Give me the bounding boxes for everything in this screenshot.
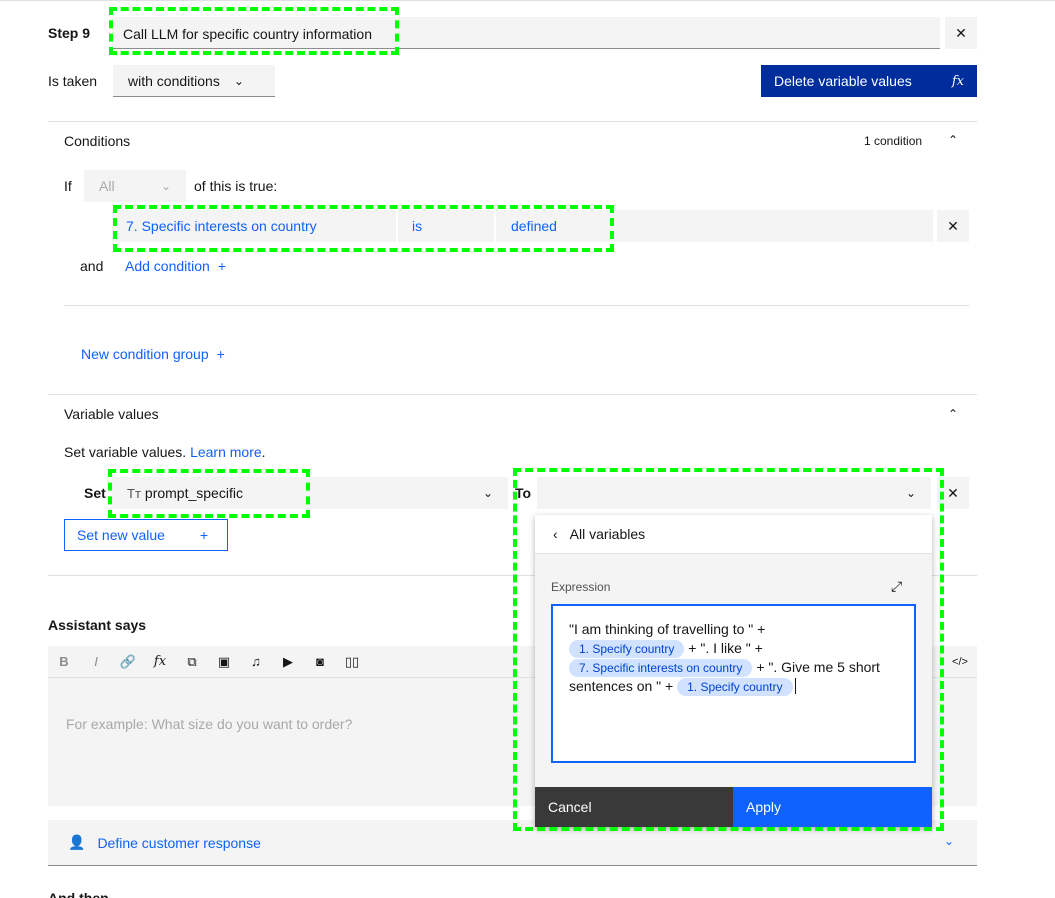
variable-values-header: Variable values — [64, 406, 159, 422]
new-condition-group-button[interactable]: New condition group + — [81, 346, 225, 362]
description-text: Set variable values. — [64, 444, 187, 460]
chevron-down-icon: ⌄ — [482, 486, 493, 500]
step-title-value: Call LLM for specific country informatio… — [123, 26, 372, 42]
variable-chip-specify-country[interactable]: 1. Specify country — [569, 640, 685, 658]
columns-icon[interactable]: ▯▯ — [336, 646, 368, 678]
chevron-left-icon: ‹ — [553, 526, 558, 542]
expression-label: Expression — [551, 580, 611, 594]
user-icon: 👤 — [68, 834, 86, 850]
expression-popover: ‹ All variables Expression ⤢ "I am think… — [535, 515, 932, 827]
chevron-up-icon: ⌃ — [947, 133, 959, 147]
plus-icon: + — [217, 258, 227, 274]
all-variables-label: All variables — [569, 526, 646, 542]
add-condition-button[interactable]: Add condition + — [125, 258, 226, 274]
condition-row: 7. Specific interests on country is defi… — [112, 210, 933, 242]
expression-text-4: sentences on " + — [569, 678, 674, 694]
set-variable-content: Tт prompt_specific — [127, 485, 243, 501]
set-new-value-label: Set new value — [77, 527, 165, 543]
is-taken-value: with conditions — [128, 72, 220, 89]
variable-values-description: Set variable values. Learn more. — [64, 444, 266, 460]
of-this-is-true-text: of this is true: — [194, 178, 278, 194]
top-border — [0, 0, 1055, 1]
set-variable-value: prompt_specific — [144, 485, 243, 501]
function-icon: fx — [951, 73, 964, 89]
delete-button-label: Delete variable values — [774, 73, 912, 89]
variable-insert-icon[interactable]: ⧉ — [176, 646, 208, 678]
is-taken-dropdown[interactable]: with conditions ⌄ — [113, 65, 275, 97]
apply-button[interactable]: Apply — [733, 787, 932, 827]
condition-variable[interactable]: 7. Specific interests on country — [114, 210, 398, 242]
expression-line-3: 7. Specific interests on country + ". Gi… — [569, 658, 898, 677]
expression-panel: Expression ⤢ "I am thinking of travellin… — [535, 553, 932, 787]
expression-text-3: + ". Give me 5 short — [756, 659, 880, 675]
image-icon[interactable]: ▣ — [208, 646, 240, 678]
chevron-down-icon: ⌄ — [944, 834, 955, 848]
iframe-icon[interactable]: ◙ — [304, 646, 336, 678]
step-title-input[interactable]: Call LLM for specific country informatio… — [112, 17, 940, 49]
learn-more-link[interactable]: Learn more — [190, 444, 262, 460]
collapse-conditions-button[interactable]: ⌃ — [945, 132, 961, 148]
condition-operator[interactable]: is — [400, 210, 496, 242]
is-taken-label: Is taken — [48, 73, 98, 89]
cancel-button[interactable]: Cancel — [535, 787, 733, 827]
assistant-placeholder[interactable]: For example: What size do you want to or… — [66, 716, 352, 732]
assistant-says-header: Assistant says — [48, 617, 147, 633]
all-variables-back-button[interactable]: ‹ All variables — [535, 515, 932, 553]
link-icon[interactable]: 🔗 — [112, 646, 144, 678]
apply-label: Apply — [746, 799, 782, 815]
clear-step-title-button[interactable]: ✕ — [945, 17, 977, 49]
new-condition-group-label: New condition group — [81, 346, 209, 362]
variable-chip-specify-country[interactable]: 1. Specify country — [677, 678, 793, 696]
condition-value[interactable]: defined — [499, 210, 609, 242]
expression-textarea[interactable]: "I am thinking of travelling to " + 1. S… — [551, 604, 916, 763]
chevron-down-icon: ⌄ — [905, 486, 916, 500]
collapse-variable-values-button[interactable]: ⌃ — [945, 406, 961, 422]
expression-line-4: sentences on " + 1. Specify country — [569, 677, 898, 696]
close-icon: ✕ — [955, 24, 967, 41]
code-view-icon[interactable]: </> — [944, 646, 976, 678]
audio-icon[interactable]: ♫ — [240, 646, 272, 678]
chevron-up-icon: ⌃ — [947, 407, 959, 421]
period: . — [261, 444, 266, 460]
video-icon[interactable]: ▶ — [272, 646, 304, 678]
function-icon[interactable]: fx — [144, 646, 176, 678]
cancel-label: Cancel — [548, 799, 592, 815]
and-label: and — [80, 258, 104, 274]
italic-icon[interactable]: I — [80, 646, 112, 678]
plus-icon: + — [216, 346, 225, 362]
expression-text-2: + ". I like " + — [688, 640, 763, 656]
variable-chip-specific-interests[interactable]: 7. Specific interests on country — [569, 659, 753, 677]
text-cursor — [794, 678, 796, 694]
to-label: To — [515, 485, 532, 501]
delete-variable-values-button[interactable]: Delete variable values fx — [761, 65, 977, 97]
expand-icon[interactable]: ⤢ — [891, 578, 902, 595]
divider — [64, 305, 969, 306]
step-label: Step 9 — [48, 25, 91, 41]
divider — [48, 394, 977, 395]
to-expression-dropdown[interactable]: ⌄ — [537, 477, 931, 509]
define-customer-response-label: Define customer response — [97, 834, 261, 851]
divider — [48, 121, 977, 122]
set-variable-dropdown[interactable]: Tт prompt_specific ⌄ — [112, 477, 508, 509]
match-all-dropdown[interactable]: All ⌄ — [84, 170, 186, 202]
match-all-value: All — [99, 178, 115, 194]
condition-count: 1 condition — [864, 134, 923, 148]
expression-line-1: "I am thinking of travelling to " + — [569, 621, 766, 637]
remove-variable-value-button[interactable]: ✕ — [937, 477, 969, 509]
bold-icon[interactable]: B — [48, 646, 80, 678]
plus-icon: + — [199, 527, 208, 543]
and-then-header: And then — [48, 890, 109, 898]
close-icon: ✕ — [947, 484, 959, 501]
close-icon: ✕ — [947, 217, 959, 234]
chevron-down-icon: ⌄ — [160, 179, 171, 193]
if-label: If — [64, 178, 72, 194]
add-condition-label: Add condition — [125, 258, 210, 274]
chevron-down-icon: ⌄ — [233, 73, 244, 88]
set-new-value-button[interactable]: Set new value + — [64, 519, 228, 551]
conditions-header: Conditions — [64, 133, 131, 149]
expression-line-2: 1. Specify country + ". I like " + — [569, 639, 898, 658]
text-type-icon: Tт — [127, 485, 141, 501]
remove-condition-button[interactable]: ✕ — [937, 210, 969, 242]
set-label: Set — [84, 485, 106, 501]
